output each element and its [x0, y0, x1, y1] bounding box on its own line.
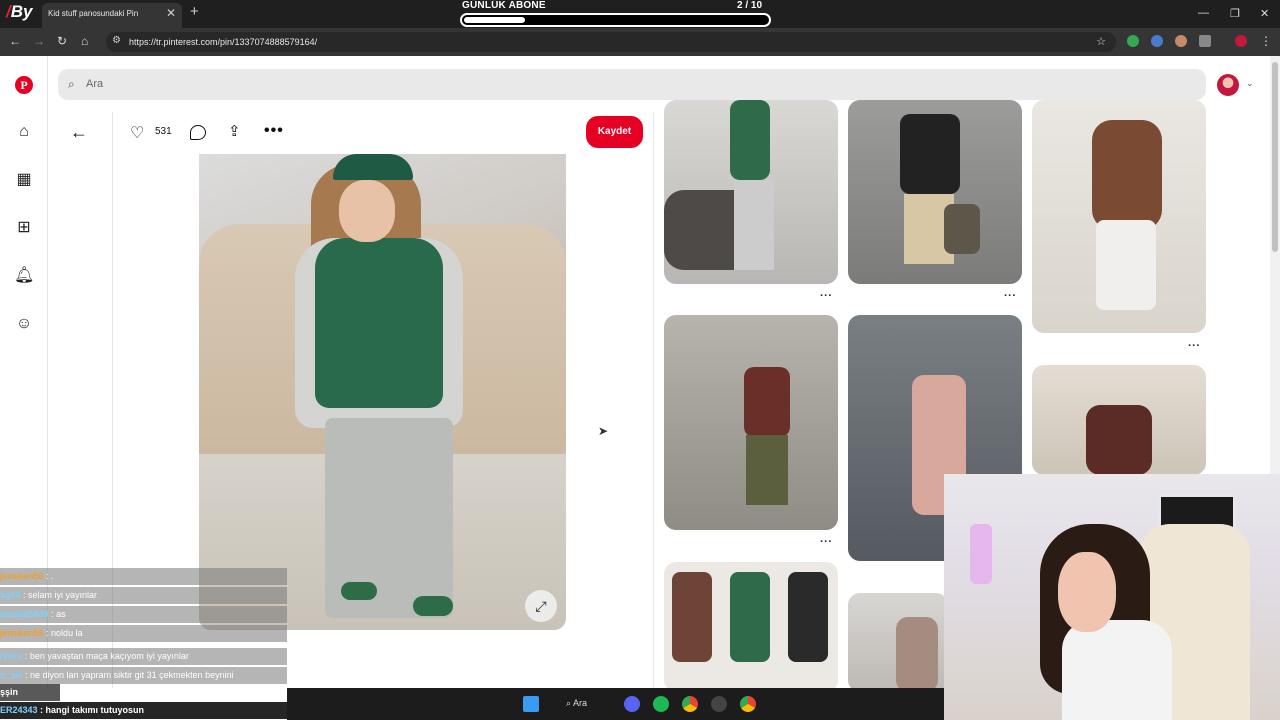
new-tab-icon[interactable]: +: [190, 3, 199, 20]
related-pin-thumbnail[interactable]: [1032, 100, 1206, 333]
subscriber-goal-label: GÜNLÜK ABONE: [462, 0, 546, 11]
user-avatar[interactable]: [1217, 74, 1239, 96]
chat-message: sg00 : selam iyi yayınlar: [0, 587, 287, 604]
chat-message: jensken56 : noldu la: [0, 625, 287, 642]
obs-icon[interactable]: [711, 696, 727, 712]
explore-nav-icon[interactable]: ▦: [14, 170, 34, 190]
pin-more-icon[interactable]: ···: [820, 536, 833, 548]
stream-logo: /By: [6, 2, 33, 21]
url-field[interactable]: ⚙ https://tr.pinterest.com/pin/133707488…: [106, 32, 1116, 52]
windows-taskbar: ⌕ Ara: [287, 688, 944, 720]
subscriber-goal-fill: [464, 17, 525, 23]
minimize-icon[interactable]: —: [1198, 7, 1209, 19]
expand-icon[interactable]: ⤢: [525, 590, 557, 622]
reload-icon[interactable]: ↻: [57, 34, 67, 48]
related-pin-thumbnail[interactable]: [848, 593, 948, 688]
chat-message: ekodal5539 : as: [0, 606, 287, 623]
extensions-puzzle-icon[interactable]: [1199, 35, 1211, 47]
chrome-icon[interactable]: [682, 696, 698, 712]
discord-icon[interactable]: [624, 696, 640, 712]
chevron-down-icon[interactable]: ⌄: [1246, 78, 1254, 89]
restore-icon[interactable]: ❐: [1230, 7, 1240, 20]
pin-main-image[interactable]: ⤢: [199, 154, 566, 630]
pin-more-icon[interactable]: ···: [820, 290, 833, 302]
cookie-extension-icon[interactable]: [1175, 35, 1187, 47]
browser-tab-bar: /By Kid stuff panosundaki Pin ✕ + GÜNLÜK…: [0, 0, 1280, 28]
related-pin-thumbnail[interactable]: [664, 562, 838, 688]
windows-start-icon[interactable]: [523, 696, 539, 712]
stream-chat-overlay: jensken56 : . sg00 : selam iyi yayınlar …: [0, 568, 287, 720]
url-text: https://tr.pinterest.com/pin/13370748885…: [129, 37, 318, 47]
back-icon[interactable]: ←: [9, 34, 21, 48]
pinterest-logo-icon[interactable]: P: [15, 76, 33, 94]
bookmark-star-icon[interactable]: ☆: [1096, 35, 1106, 48]
browser-menu-icon[interactable]: ⋮: [1260, 34, 1272, 48]
search-placeholder: Ara: [86, 78, 104, 90]
home-icon[interactable]: ⌂: [81, 34, 88, 48]
webcam-overlay: [944, 474, 1280, 720]
pin-more-icon[interactable]: ···: [1188, 340, 1201, 352]
comment-icon[interactable]: [190, 125, 206, 140]
tab-title: Kid stuff panosundaki Pin: [48, 9, 139, 18]
chat-message: n_sw : ne diyon lan yapram siktir git 31…: [0, 667, 287, 684]
chrome-profile-icon[interactable]: [740, 696, 756, 712]
chat-message: şşin: [0, 684, 60, 701]
like-count: 531: [155, 126, 172, 137]
subscriber-goal-bar: [460, 13, 771, 27]
address-toolbar: ← → ↻ ⌂ ⚙ https://tr.pinterest.com/pin/1…: [0, 28, 1280, 56]
related-pin-thumbnail[interactable]: [664, 100, 838, 284]
more-options-icon[interactable]: •••: [264, 122, 284, 140]
back-arrow-icon[interactable]: ←: [70, 122, 88, 143]
mouse-cursor-icon: ➤: [598, 424, 609, 438]
home-nav-icon[interactable]: ⌂: [14, 122, 34, 142]
subscriber-goal-count: 2 / 10: [737, 0, 763, 11]
search-icon: ⌕: [68, 77, 75, 91]
related-pin-thumbnail[interactable]: [664, 315, 838, 530]
pin-more-icon[interactable]: ···: [1004, 290, 1017, 302]
chat-message: iYoru : ben yavaştan maça kaçıyom iyi ya…: [0, 648, 287, 665]
save-button[interactable]: Kaydet: [586, 116, 643, 148]
forward-icon[interactable]: →: [33, 34, 45, 48]
heart-icon[interactable]: ♡: [130, 123, 144, 143]
create-nav-icon[interactable]: ⊞: [14, 218, 34, 238]
share-icon[interactable]: ⇪: [228, 122, 241, 140]
close-icon[interactable]: ✕: [166, 6, 176, 20]
messages-icon[interactable]: ☺: [14, 314, 34, 334]
scrollbar-thumb[interactable]: [1272, 62, 1278, 252]
shield-extension-icon[interactable]: [1127, 35, 1139, 47]
chat-message: jensken56 : .: [0, 568, 287, 585]
profile-avatar-icon[interactable]: [1235, 35, 1247, 47]
notifications-bell-icon[interactable]: 🔔︎: [14, 266, 34, 286]
window-close-icon[interactable]: ✕: [1260, 7, 1269, 20]
taskbar-search[interactable]: ⌕ Ara: [566, 698, 587, 709]
chat-message: ER24343 : hangi takımı tutuyosun: [0, 702, 287, 719]
spotify-icon[interactable]: [653, 696, 669, 712]
search-bar[interactable]: ⌕ Ara: [58, 69, 1206, 100]
browser-tab[interactable]: Kid stuff panosundaki Pin ✕: [42, 3, 182, 28]
site-info-icon[interactable]: ⚙: [112, 35, 121, 46]
related-pin-thumbnail[interactable]: [848, 100, 1022, 284]
audio-extension-icon[interactable]: [1151, 35, 1163, 47]
related-pin-thumbnail[interactable]: [1032, 365, 1206, 475]
